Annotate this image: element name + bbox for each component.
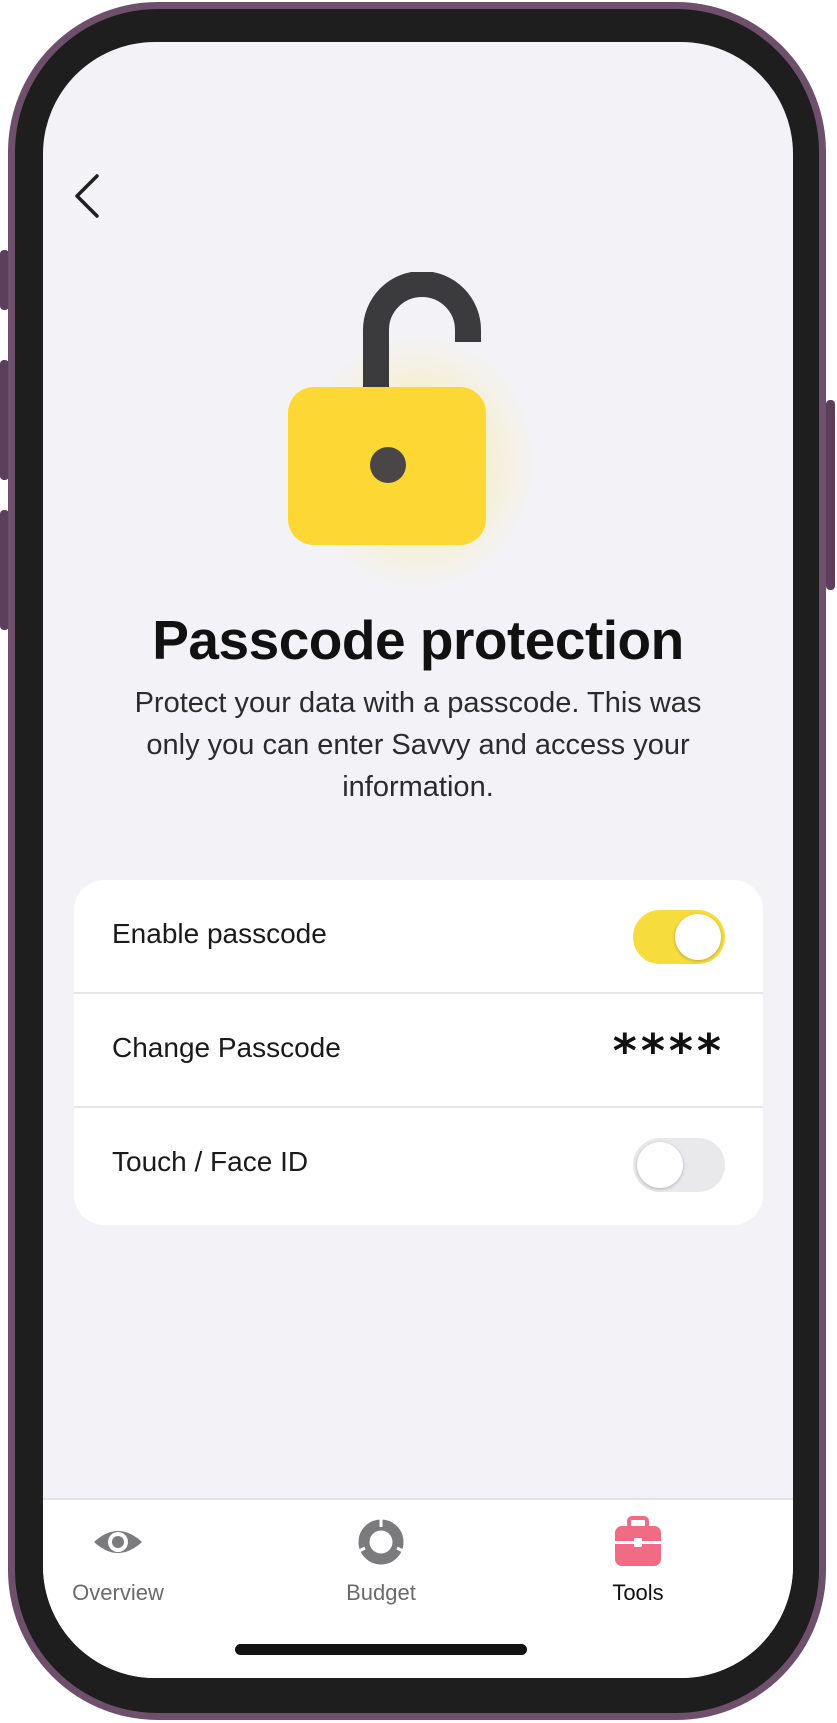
tab-label: Tools bbox=[612, 1580, 664, 1605]
settings-card: Enable passcode Change Passcode **** Tou… bbox=[74, 880, 763, 1225]
setting-row-change-passcode[interactable]: Change Passcode **** bbox=[74, 994, 763, 1108]
setting-row-enable-passcode: Enable passcode bbox=[74, 880, 763, 994]
enable-passcode-toggle[interactable] bbox=[633, 910, 725, 964]
donut-chart-icon bbox=[356, 1518, 406, 1565]
page-description: Protect your data with a passcode. This … bbox=[134, 687, 702, 803]
hero-lock bbox=[268, 272, 568, 632]
page-title: Passcode protection bbox=[152, 609, 684, 671]
passcode-mask[interactable]: **** bbox=[613, 1024, 725, 1078]
tab-label: Budget bbox=[346, 1580, 416, 1605]
toggle-knob bbox=[675, 914, 721, 960]
chevron-left-icon bbox=[75, 174, 99, 218]
tab-label: Overview bbox=[72, 1580, 164, 1605]
back-button[interactable] bbox=[65, 166, 113, 226]
tab-tools[interactable]: Tools bbox=[563, 1514, 713, 1624]
power-button bbox=[826, 400, 835, 590]
tab-budget[interactable]: Budget bbox=[306, 1514, 456, 1624]
eye-icon bbox=[94, 1531, 142, 1553]
toggle-knob bbox=[637, 1142, 683, 1188]
setting-label: Touch / Face ID bbox=[112, 1146, 309, 1177]
setting-row-touch-face-id: Touch / Face ID bbox=[74, 1108, 763, 1222]
touch-face-id-toggle[interactable] bbox=[633, 1138, 725, 1192]
toolbox-icon bbox=[615, 1516, 661, 1566]
setting-label: Enable passcode bbox=[112, 918, 327, 949]
home-indicator[interactable] bbox=[235, 1644, 527, 1655]
unlocked-padlock-icon bbox=[288, 272, 486, 545]
setting-label: Change Passcode bbox=[112, 1032, 341, 1063]
tab-overview[interactable]: Overview bbox=[43, 1514, 193, 1624]
app-screen: Passcode protection Protect your data wi… bbox=[43, 42, 793, 1678]
